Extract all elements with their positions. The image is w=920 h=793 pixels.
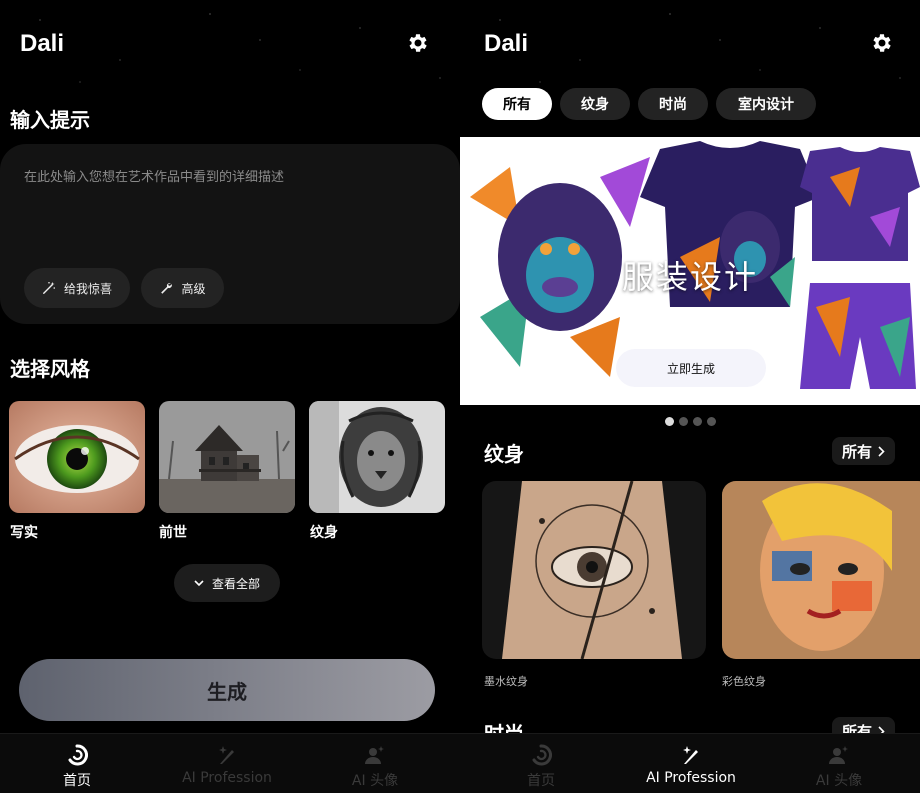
view-all-button[interactable]: 查看全部 bbox=[174, 564, 280, 602]
style-label-realistic: 写实 bbox=[10, 525, 38, 541]
wrench-icon bbox=[161, 283, 173, 294]
prompt-section-title: 输入提示 bbox=[10, 108, 90, 132]
chip-all[interactable]: 所有 bbox=[482, 88, 552, 120]
sparkle-pen-icon bbox=[683, 746, 698, 764]
tattoo-card-color[interactable] bbox=[722, 481, 920, 659]
tattoo-card-label: 墨水纹身 bbox=[484, 675, 528, 688]
nav-label-home: 首页 bbox=[63, 773, 91, 789]
avatar-icon bbox=[365, 746, 384, 764]
style-card-tattoo[interactable] bbox=[309, 401, 445, 513]
chip-interior-design[interactable]: 室内设计 bbox=[716, 88, 816, 120]
advanced-button[interactable]: 高级 bbox=[141, 268, 224, 308]
app-title: Dali bbox=[484, 30, 529, 57]
chip-fashion[interactable]: 时尚 bbox=[638, 88, 708, 120]
surprise-me-button[interactable]: 给我惊喜 bbox=[24, 268, 130, 308]
tattoo-card-label: 彩色纹身 bbox=[722, 675, 766, 688]
style-section-title: 选择风格 bbox=[10, 357, 90, 381]
style-card-past-life[interactable] bbox=[159, 401, 295, 513]
carousel-dot[interactable] bbox=[664, 417, 674, 426]
nav-label-ai-profession: AI Profession bbox=[646, 770, 736, 786]
eye-image bbox=[9, 401, 145, 513]
see-all-label: 所有 bbox=[842, 442, 873, 461]
carousel-dots bbox=[460, 417, 920, 426]
tattoo-see-all-button[interactable]: 所有 bbox=[832, 437, 896, 465]
lion-tattoo-image bbox=[309, 401, 445, 513]
chevron-down-icon bbox=[194, 580, 204, 587]
generate-button[interactable]: 生成 bbox=[19, 659, 435, 721]
banner-title: 服装设计 bbox=[621, 258, 758, 296]
sparkle-pen-icon bbox=[219, 746, 234, 764]
dali-logo-icon bbox=[68, 744, 88, 766]
nav-label-ai-avatar: AI 头像 bbox=[351, 773, 399, 789]
prompt-box: 给我惊喜 高级 bbox=[0, 144, 460, 324]
style-label-tattoo: 纹身 bbox=[310, 525, 338, 541]
surprise-me-label: 给我惊喜 bbox=[63, 281, 112, 296]
style-card-realistic[interactable] bbox=[9, 401, 145, 513]
starfield-background bbox=[460, 0, 920, 90]
color-tattoo-image bbox=[722, 481, 920, 659]
bottom-nav: 首页 AI Profession AI 头像 bbox=[0, 733, 460, 793]
carousel-dot[interactable] bbox=[678, 417, 688, 426]
nav-item-home[interactable]: 首页 bbox=[2, 734, 152, 793]
ai-profession-screen: Dali 所有 纹身 时尚 室内设计 服装设计 立即生成 纹身 所有 墨水纹身 … bbox=[460, 0, 920, 793]
gear-icon[interactable] bbox=[870, 31, 894, 55]
tattoo-card-ink[interactable] bbox=[482, 481, 706, 659]
dali-logo-icon bbox=[532, 744, 552, 766]
bottom-nav: 首页 AI Profession AI 头像 bbox=[460, 733, 920, 793]
carousel-dot[interactable] bbox=[692, 417, 702, 426]
generate-now-button[interactable]: 立即生成 bbox=[616, 349, 766, 387]
haunted-house-image bbox=[159, 401, 295, 513]
nav-item-home[interactable]: 首页 bbox=[466, 734, 616, 793]
nav-item-ai-avatar[interactable]: AI 头像 bbox=[764, 734, 914, 793]
app-title: Dali bbox=[20, 30, 65, 57]
advanced-label: 高级 bbox=[181, 281, 206, 296]
chip-tattoo[interactable]: 纹身 bbox=[560, 88, 630, 120]
prompt-input[interactable] bbox=[24, 170, 424, 185]
ink-tattoo-image bbox=[482, 481, 706, 659]
home-screen: Dali 输入提示 给我惊喜 高级 选择风格 bbox=[0, 0, 460, 793]
starfield-background bbox=[0, 0, 460, 90]
avatar-icon bbox=[829, 746, 848, 764]
magic-wand-icon bbox=[43, 281, 56, 294]
nav-label-ai-avatar: AI 头像 bbox=[815, 773, 863, 789]
style-label-past-life: 前世 bbox=[159, 525, 187, 541]
carousel-dot[interactable] bbox=[706, 417, 716, 426]
view-all-label: 查看全部 bbox=[211, 576, 260, 591]
gear-icon[interactable] bbox=[406, 31, 430, 55]
chevron-right-icon bbox=[878, 445, 885, 457]
nav-item-ai-avatar[interactable]: AI 头像 bbox=[300, 734, 450, 793]
nav-item-ai-profession[interactable]: AI Profession bbox=[152, 734, 302, 793]
nav-item-ai-profession[interactable]: AI Profession bbox=[616, 734, 766, 793]
nav-label-ai-profession: AI Profession bbox=[182, 770, 272, 786]
nav-label-home: 首页 bbox=[527, 773, 555, 789]
promo-banner[interactable]: 服装设计 立即生成 bbox=[460, 137, 920, 405]
tattoo-section-title: 纹身 bbox=[484, 442, 524, 466]
